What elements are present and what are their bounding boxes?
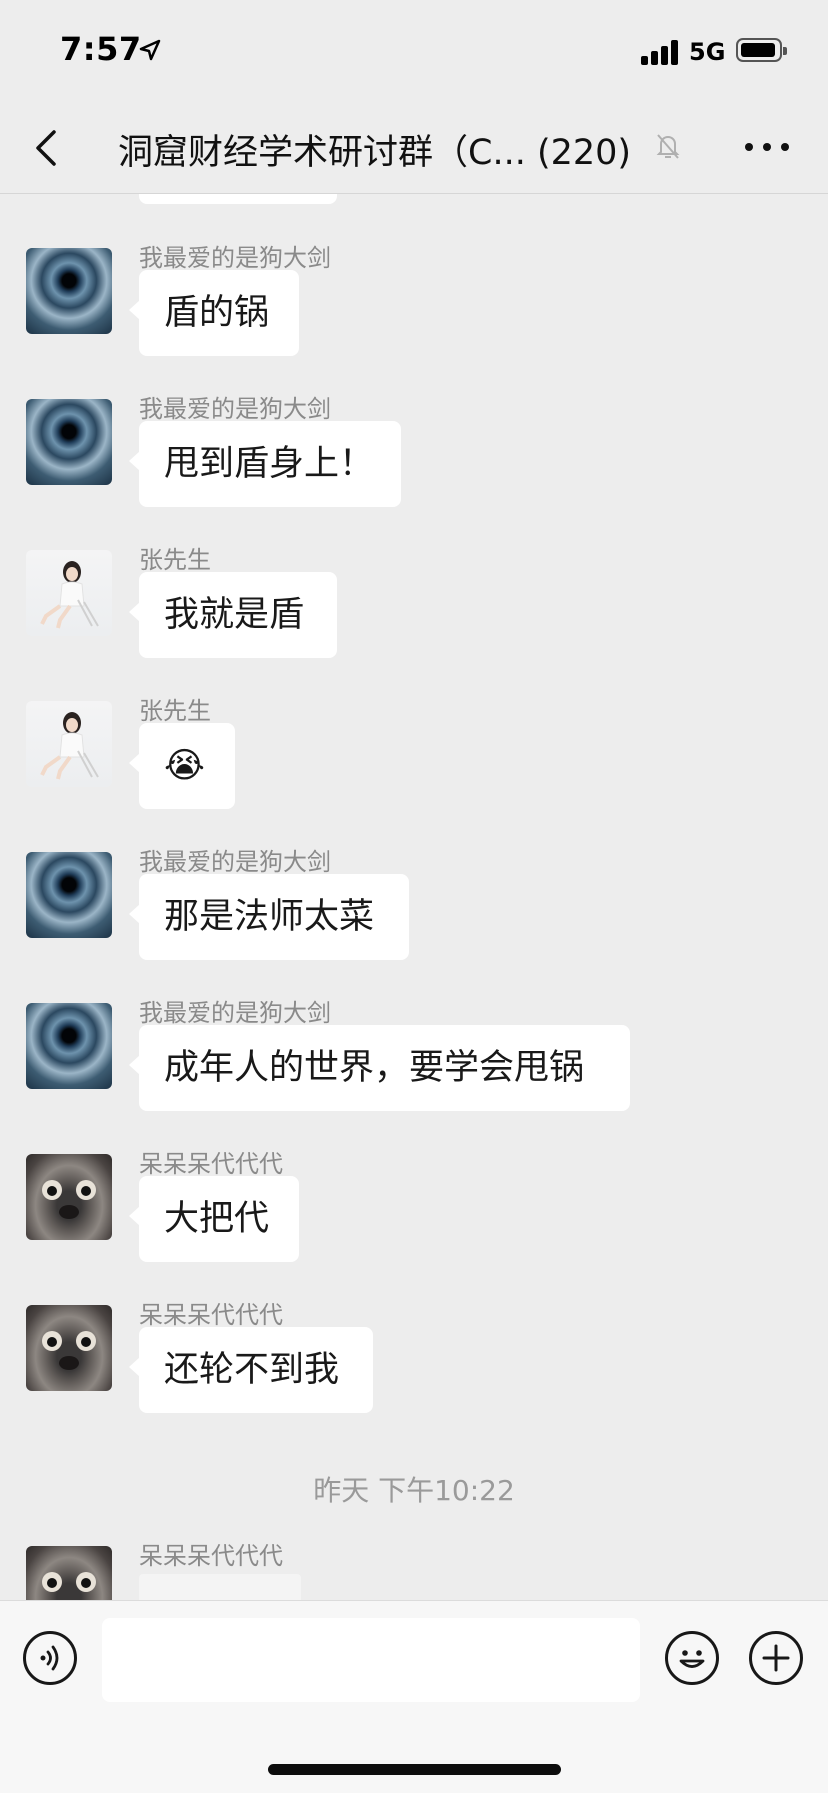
message-bubble[interactable]: 还轮不到我 <box>129 1327 373 1413</box>
message-bubble[interactable]: 甩到盾身上！ <box>129 421 401 507</box>
message-input[interactable] <box>102 1618 640 1702</box>
vortex-avatar[interactable] <box>26 1003 112 1089</box>
bell-off-icon <box>656 134 680 159</box>
status-bar: 7:57 5G <box>0 0 828 100</box>
message-bubble[interactable]: 那是法师太菜 <box>129 874 409 960</box>
chevron-left-icon[interactable] <box>30 128 64 168</box>
chat-timestamp: 昨天 下午10:22 <box>313 1474 515 1507</box>
vortex-avatar[interactable] <box>26 248 112 334</box>
ellipsis-icon[interactable] <box>745 140 789 154</box>
crying-emoji-bubble[interactable]: 😭 <box>129 723 235 809</box>
input-bar <box>0 1600 828 1793</box>
voice-icon[interactable] <box>23 1631 77 1685</box>
message-bubble[interactable]: 成年人的世界，要学会甩锅 <box>129 1025 630 1111</box>
message-bubble[interactable]: 大把代 <box>129 1176 299 1262</box>
message-bubble[interactable]: 我就是盾 <box>129 572 337 658</box>
sender-name: 呆呆呆代代代 <box>139 1301 283 1329</box>
message-bubble[interactable]: 盾的锅 <box>129 270 299 356</box>
sender-name: 我最爱的是狗大剑 <box>139 999 331 1027</box>
home-indicator[interactable] <box>268 1764 561 1775</box>
cat-avatar[interactable] <box>26 1154 112 1240</box>
image-message[interactable] <box>139 1574 301 1600</box>
sender-name: 我最爱的是狗大剑 <box>139 244 331 272</box>
plus-icon[interactable] <box>749 1631 803 1685</box>
partial-message-bubble[interactable] <box>139 194 337 204</box>
chat-area[interactable]: 我最爱的是狗大剑 盾的锅 我最爱的是狗大剑 甩到盾身上！ 张先生 我就是盾 张先… <box>0 194 828 1600</box>
cat-avatar[interactable] <box>26 1305 112 1391</box>
sender-name: 张先生 <box>139 697 211 725</box>
sender-name: 呆呆呆代代代 <box>139 1542 283 1570</box>
signal-icon <box>641 39 681 65</box>
emoji-icon[interactable] <box>665 1631 719 1685</box>
network-label: 5G <box>689 38 726 66</box>
sender-name: 呆呆呆代代代 <box>139 1150 283 1178</box>
status-time: 7:57 <box>60 30 142 68</box>
vortex-avatar[interactable] <box>26 852 112 938</box>
sender-name: 张先生 <box>139 546 211 574</box>
battery-icon <box>736 38 787 62</box>
girl-avatar[interactable] <box>26 550 112 636</box>
chat-title[interactable]: 洞窟财经学术研讨群（C... (220) <box>118 124 631 175</box>
girl-avatar[interactable] <box>26 701 112 787</box>
cat-avatar[interactable] <box>26 1546 112 1600</box>
sender-name: 我最爱的是狗大剑 <box>139 395 331 423</box>
sender-name: 我最爱的是狗大剑 <box>139 848 331 876</box>
nav-bar: 洞窟财经学术研讨群（C... (220) <box>0 100 828 194</box>
vortex-avatar[interactable] <box>26 399 112 485</box>
location-arrow-icon <box>139 39 161 61</box>
